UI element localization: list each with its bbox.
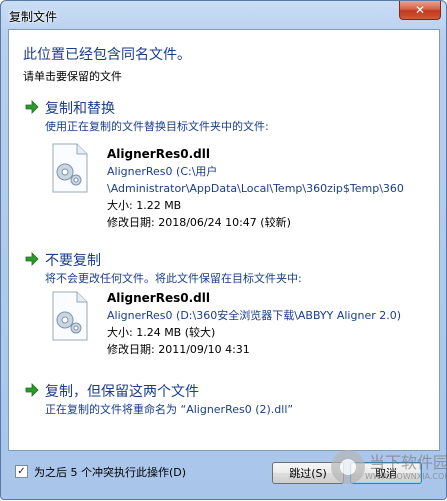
file-modified-date: 修改日期: 2018/06/24 10:47 (较新) <box>107 216 291 229</box>
file-name: AlignerRes0.dll <box>107 147 210 161</box>
option-keep-both[interactable]: 复制，但保留这两个文件 正在复制的文件将重命名为 “AlignerRes0 (2… <box>25 381 425 425</box>
option-dont-copy[interactable]: 不要复制 将不会更改任何文件。将此文件保留在目标文件夹中: AlignerRes… <box>25 250 425 370</box>
dialog-heading: 此位置已经包含同名文件。 <box>23 47 191 63</box>
file-modified-date: 修改日期: 2011/09/10 4:31 <box>107 343 250 356</box>
option-description: 正在复制的文件将重命名为 “AlignerRes0 (2).dll” <box>45 403 294 416</box>
copy-file-dialog: 复制文件 ✕ 此位置已经包含同名文件。 请单击要保留的文件 复制和替换 使用正在… <box>0 0 447 500</box>
option-title: 复制和替换 <box>45 101 115 117</box>
green-arrow-icon <box>25 252 39 266</box>
dialog-content: 此位置已经包含同名文件。 请单击要保留的文件 复制和替换 使用正在复制的文件替换… <box>8 29 440 451</box>
checkmark-icon: ✓ <box>17 466 26 477</box>
watermark-text-group: 当下软件园 WWW.DOWNXIA.COM <box>365 452 447 481</box>
file-name: AlignerRes0.dll <box>107 291 210 305</box>
option-title: 复制，但保留这两个文件 <box>45 384 199 400</box>
file-path: AlignerRes0 (C:\用户 <box>107 165 218 178</box>
window-title: 复制文件 <box>9 10 58 24</box>
file-size: 大小: 1.24 MB (较大) <box>107 326 216 339</box>
green-arrow-icon <box>25 100 39 114</box>
close-icon: ✕ <box>414 3 426 17</box>
file-details: AlignerRes0.dll AlignerRes0 (D:\360安全浏览器… <box>107 290 401 358</box>
option-description: 使用正在复制的文件替换目标文件夹中的文件: <box>45 120 269 133</box>
dialog-subheading: 请单击要保留的文件 <box>23 70 122 83</box>
green-arrow-icon <box>25 383 39 397</box>
watermark-text: 当下软件园 <box>369 452 447 472</box>
site-watermark: 当下软件园 WWW.DOWNXIA.COM <box>331 437 447 497</box>
watermark-logo-icon <box>331 450 365 484</box>
dll-file-icon <box>52 143 88 193</box>
close-button[interactable]: ✕ <box>399 1 441 20</box>
title-bar: 复制文件 ✕ <box>1 1 446 29</box>
option-title: 不要复制 <box>45 253 101 269</box>
dll-file-icon <box>52 291 88 341</box>
file-size: 大小: 1.22 MB <box>107 199 182 212</box>
apply-to-all-checkbox[interactable]: ✓ <box>15 465 28 478</box>
apply-to-all-label[interactable]: 为之后 5 个冲突执行此操作(D) <box>34 464 186 480</box>
watermark-subtext: WWW.DOWNXIA.COM <box>365 471 447 481</box>
file-details: AlignerRes0.dll AlignerRes0 (C:\用户 \Admi… <box>107 146 404 231</box>
file-path: AlignerRes0 (D:\360安全浏览器下载\ABBYY Aligner… <box>107 309 402 322</box>
option-copy-and-replace[interactable]: 复制和替换 使用正在复制的文件替换目标文件夹中的文件: AlignerRes0.… <box>25 98 425 238</box>
option-description: 将不会更改任何文件。将此文件保留在目标文件夹中: <box>45 272 302 285</box>
file-path-continued: \Administrator\AppData\Local\Temp\360zip… <box>107 182 404 195</box>
